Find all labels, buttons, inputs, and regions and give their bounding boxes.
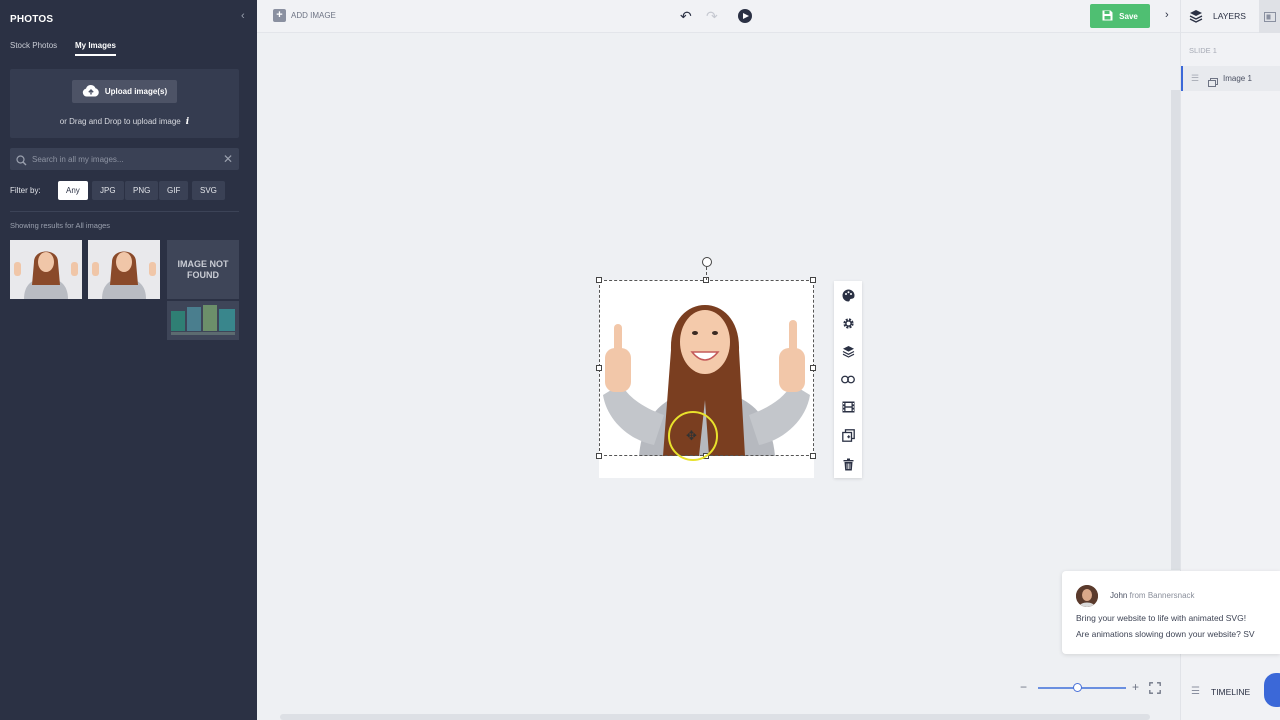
zoom-in-icon[interactable]: + bbox=[1132, 680, 1139, 694]
timeline-label: TIMELINE bbox=[1211, 687, 1251, 697]
zoom-out-icon[interactable]: − bbox=[1020, 680, 1027, 694]
image-layer-icon bbox=[1208, 74, 1218, 92]
image-thumbnail[interactable] bbox=[88, 240, 160, 299]
tab-stock-photos[interactable]: Stock Photos bbox=[10, 41, 57, 50]
image-thumbnail[interactable] bbox=[167, 301, 239, 340]
resize-handle[interactable] bbox=[596, 365, 602, 371]
horizontal-scrollbar[interactable] bbox=[280, 714, 1150, 720]
filter-gif[interactable]: GIF bbox=[159, 181, 189, 200]
element-context-toolbar bbox=[834, 281, 862, 478]
image-not-found-thumbnail[interactable]: IMAGE NOT FOUND bbox=[167, 240, 239, 299]
redo-icon[interactable]: ↷ bbox=[706, 8, 718, 25]
close-icon[interactable]: ✕ bbox=[223, 152, 233, 166]
cloud-upload-icon bbox=[82, 84, 100, 99]
info-icon[interactable]: i bbox=[186, 117, 189, 127]
gear-icon[interactable] bbox=[841, 316, 855, 330]
photos-panel: PHOTOS ‹ Stock Photos My Images Upload i… bbox=[0, 0, 257, 720]
resize-handle[interactable] bbox=[810, 365, 816, 371]
drag-handle-icon[interactable]: ☰ bbox=[1191, 73, 1199, 84]
tab-my-images[interactable]: My Images bbox=[75, 41, 116, 56]
search-input[interactable] bbox=[32, 151, 212, 167]
layers-label[interactable]: LAYERS bbox=[1213, 11, 1246, 21]
chat-message-line: Are animations slowing down your website… bbox=[1076, 629, 1255, 639]
save-icon bbox=[1102, 10, 1113, 23]
image-not-found-label: IMAGE NOT FOUND bbox=[177, 258, 229, 280]
add-image-label: ADD IMAGE bbox=[291, 11, 336, 20]
fullscreen-icon[interactable] bbox=[1149, 681, 1161, 699]
palette-icon[interactable] bbox=[841, 288, 855, 302]
layer-item[interactable]: ☰ Image 1 bbox=[1181, 66, 1280, 91]
resize-handle[interactable] bbox=[596, 453, 602, 459]
filter-jpg[interactable]: JPG bbox=[92, 181, 124, 200]
zoom-slider[interactable] bbox=[1038, 687, 1126, 689]
play-icon[interactable] bbox=[738, 9, 752, 23]
upload-button[interactable]: Upload image(s) bbox=[72, 80, 177, 103]
upload-hint: or Drag and Drop to upload image i bbox=[10, 117, 239, 127]
move-cursor-icon: ✥ bbox=[686, 428, 697, 443]
chat-sender: John from Bannersnack bbox=[1110, 591, 1195, 600]
resize-handle[interactable] bbox=[810, 277, 816, 283]
trash-icon[interactable] bbox=[841, 457, 855, 471]
chat-sender-org: from Bannersnack bbox=[1129, 591, 1195, 600]
layers-header: LAYERS bbox=[1181, 0, 1280, 33]
layers-icon[interactable] bbox=[841, 344, 855, 358]
chat-message-popup[interactable]: John from Bannersnack Bring your website… bbox=[1062, 571, 1280, 654]
add-image-button[interactable]: + ADD IMAGE bbox=[273, 9, 336, 22]
zoom-slider-handle[interactable] bbox=[1073, 683, 1082, 692]
filter-png[interactable]: PNG bbox=[125, 181, 159, 200]
timeline-icon: ☰ bbox=[1191, 686, 1200, 697]
chevron-right-icon[interactable]: › bbox=[1165, 9, 1169, 21]
filter-label: Filter by: bbox=[10, 186, 41, 195]
panel-toggle-icon[interactable] bbox=[1259, 0, 1280, 33]
rotate-connector bbox=[706, 267, 707, 280]
save-button[interactable]: Save bbox=[1090, 4, 1150, 28]
chat-message-line: Bring your website to life with animated… bbox=[1076, 613, 1247, 623]
undo-icon[interactable]: ↶ bbox=[680, 8, 692, 25]
chat-sender-name: John bbox=[1110, 591, 1128, 600]
duplicate-icon[interactable] bbox=[841, 428, 855, 442]
image-search: ✕ bbox=[10, 148, 239, 170]
filter-svg[interactable]: SVG bbox=[192, 181, 225, 200]
results-label: Showing results for All images bbox=[10, 221, 111, 230]
save-label: Save bbox=[1119, 11, 1138, 21]
collapse-panel-icon[interactable]: ‹ bbox=[241, 10, 245, 22]
link-icon[interactable] bbox=[841, 372, 855, 386]
resize-handle[interactable] bbox=[810, 453, 816, 459]
rotate-handle[interactable] bbox=[702, 257, 712, 267]
divider bbox=[10, 211, 239, 212]
slide-label: SLIDE 1 bbox=[1189, 46, 1217, 55]
chat-launcher-icon[interactable] bbox=[1264, 673, 1280, 707]
filter-any[interactable]: Any bbox=[58, 181, 88, 200]
image-thumbnail[interactable] bbox=[10, 240, 82, 299]
filmstrip-icon[interactable] bbox=[841, 400, 855, 414]
plus-icon: + bbox=[273, 9, 286, 22]
layer-name: Image 1 bbox=[1223, 74, 1252, 83]
panel-title: PHOTOS bbox=[10, 14, 54, 25]
avatar bbox=[1076, 585, 1098, 607]
top-toolbar: + ADD IMAGE ↶ ↷ Save › bbox=[257, 0, 1180, 33]
upload-hint-text: or Drag and Drop to upload image bbox=[59, 117, 181, 126]
layers-icon bbox=[1189, 9, 1203, 28]
upload-button-label: Upload image(s) bbox=[104, 87, 168, 96]
search-icon bbox=[16, 153, 27, 171]
vertical-scrollbar[interactable] bbox=[1171, 90, 1180, 570]
resize-handle[interactable] bbox=[596, 277, 602, 283]
upload-dropzone[interactable]: Upload image(s) or Drag and Drop to uplo… bbox=[10, 69, 239, 138]
